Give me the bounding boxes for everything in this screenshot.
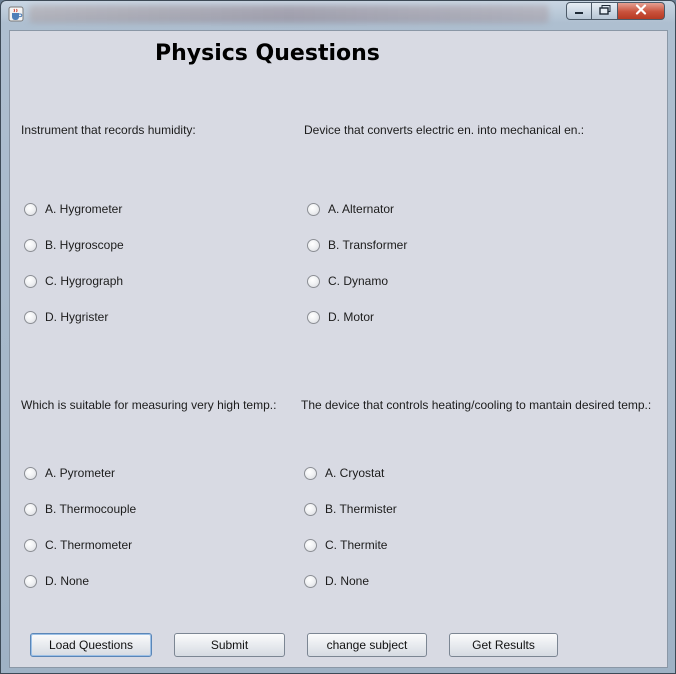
q1-option-c[interactable]: C. Hygrograph (24, 274, 123, 288)
question-1-text: Instrument that records humidity: (21, 123, 196, 137)
radio-button[interactable] (304, 538, 317, 552)
minimize-button[interactable] (566, 2, 592, 20)
window-controls (566, 2, 665, 21)
content-panel: Physics Questions Instrument that record… (9, 30, 668, 668)
option-label: A. Hygrometer (45, 202, 123, 216)
option-label: C. Dynamo (328, 274, 389, 288)
question-2-text: Device that converts electric en. into m… (304, 123, 585, 137)
submit-button[interactable]: Submit (174, 633, 285, 657)
q3-option-a[interactable]: A. Pyrometer (24, 466, 115, 480)
q2-option-c[interactable]: C. Dynamo (307, 274, 388, 288)
q4-option-c[interactable]: C. Thermite (304, 538, 387, 552)
radio-button[interactable] (304, 574, 317, 588)
radio-button[interactable] (24, 574, 37, 588)
radio-button[interactable] (304, 502, 317, 516)
radio-button[interactable] (307, 310, 320, 324)
option-label: C. Hygrograph (45, 274, 124, 288)
option-label: A. Pyrometer (45, 466, 116, 480)
page-title: Physics Questions (155, 41, 380, 66)
q1-option-b[interactable]: B. Hygroscope (24, 238, 124, 252)
option-label: B. Transformer (328, 238, 408, 252)
option-label: B. Thermocouple (45, 502, 137, 516)
get-results-button[interactable]: Get Results (449, 633, 558, 657)
radio-button[interactable] (307, 238, 320, 252)
option-label: B. Thermister (325, 502, 397, 516)
change-subject-button[interactable]: change subject (307, 633, 427, 657)
q2-option-d[interactable]: D. Motor (307, 310, 374, 324)
close-icon (635, 2, 647, 20)
q1-option-a[interactable]: A. Hygrometer (24, 202, 122, 216)
option-label: A. Alternator (328, 202, 395, 216)
q3-option-d[interactable]: D. None (24, 574, 89, 588)
radio-button[interactable] (307, 274, 320, 288)
q4-option-d[interactable]: D. None (304, 574, 369, 588)
q4-option-a[interactable]: A. Cryostat (304, 466, 384, 480)
q3-option-b[interactable]: B. Thermocouple (24, 502, 136, 516)
radio-button[interactable] (24, 238, 37, 252)
option-label: B. Hygroscope (45, 238, 124, 252)
maximize-icon (598, 2, 611, 20)
question-4-text: The device that controls heating/cooling… (301, 398, 652, 412)
option-label: C. Thermite (325, 538, 388, 552)
q3-option-c[interactable]: C. Thermometer (24, 538, 132, 552)
radio-button[interactable] (24, 466, 37, 480)
radio-button[interactable] (24, 538, 37, 552)
option-label: C. Thermometer (45, 538, 133, 552)
q1-option-d[interactable]: D. Hygrister (24, 310, 108, 324)
close-button[interactable] (618, 2, 665, 20)
option-label: D. Hygrister (45, 310, 109, 324)
radio-button[interactable] (304, 466, 317, 480)
q4-option-b[interactable]: B. Thermister (304, 502, 397, 516)
option-label: D. None (325, 574, 370, 588)
title-bar[interactable] (1, 1, 676, 27)
title-bar-background (29, 5, 549, 23)
minimize-icon (574, 2, 584, 20)
option-label: D. Motor (328, 310, 375, 324)
option-label: A. Cryostat (325, 466, 385, 480)
load-questions-button[interactable]: Load Questions (30, 633, 152, 657)
question-3-text: Which is suitable for measuring very hig… (21, 398, 277, 412)
q2-option-b[interactable]: B. Transformer (307, 238, 407, 252)
java-cup-icon[interactable] (8, 6, 24, 22)
radio-button[interactable] (24, 310, 37, 324)
radio-button[interactable] (24, 202, 37, 216)
option-label: D. None (45, 574, 90, 588)
radio-button[interactable] (307, 202, 320, 216)
app-window: Physics Questions Instrument that record… (0, 0, 676, 674)
radio-button[interactable] (24, 502, 37, 516)
q2-option-a[interactable]: A. Alternator (307, 202, 394, 216)
maximize-button[interactable] (592, 2, 618, 20)
radio-button[interactable] (24, 274, 37, 288)
